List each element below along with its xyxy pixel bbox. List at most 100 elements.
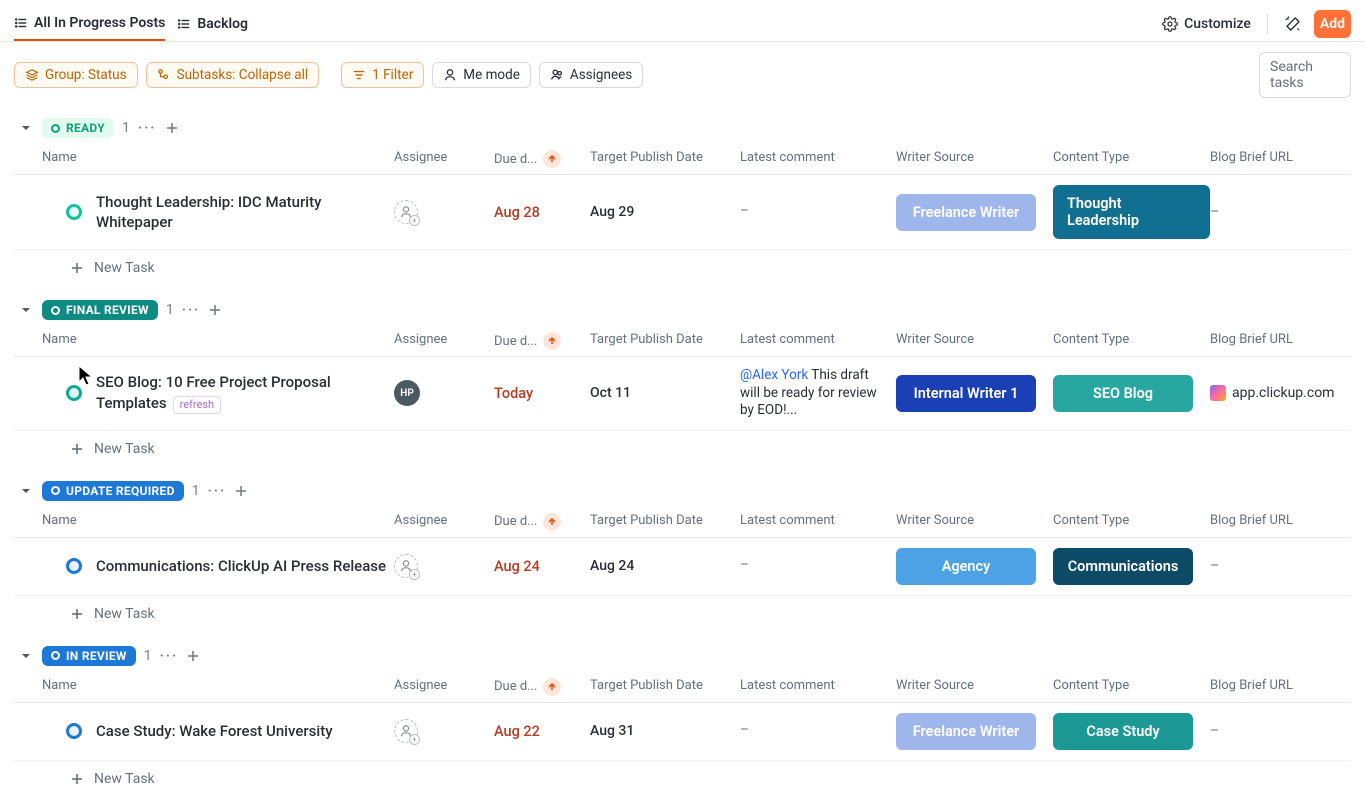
col-header-writer-source[interactable]: Writer Source [896,150,1053,168]
col-header-url[interactable]: Blog Brief URL [1210,678,1351,696]
latest-comment[interactable]: – [740,722,896,740]
task-status-circle[interactable] [66,204,82,220]
col-header-url[interactable]: Blog Brief URL [1210,332,1351,350]
col-header-target[interactable]: Target Publish Date [590,678,740,696]
col-header-due[interactable]: Due d... [494,513,590,531]
content-type-label[interactable]: Thought Leadership [1053,185,1210,239]
target-date[interactable]: Aug 29 [590,204,740,220]
target-date[interactable]: Aug 24 [590,558,740,574]
due-date[interactable]: Aug 24 [494,558,590,575]
sort-asc-icon[interactable] [543,150,561,168]
col-header-target[interactable]: Target Publish Date [590,150,740,168]
col-header-name[interactable]: Name [14,332,394,350]
new-task-button[interactable]: New Task [14,431,1351,459]
col-header-comment[interactable]: Latest comment [740,678,896,696]
new-task-button[interactable]: New Task [14,761,1351,789]
writer-source-label[interactable]: Agency [896,548,1036,585]
col-header-due[interactable]: Due d... [494,678,590,696]
avatar[interactable]: HP [394,380,420,406]
col-header-due[interactable]: Due d... [494,150,590,168]
col-header-due[interactable]: Due d... [494,332,590,350]
subtasks-chip[interactable]: Subtasks: Collapse all [146,62,320,88]
writer-source-label[interactable]: Internal Writer 1 [896,375,1036,412]
assign-button[interactable]: + [394,719,418,743]
group-add-button[interactable] [208,303,222,317]
col-header-assignee[interactable]: Assignee [394,513,494,531]
task-row[interactable]: Case Study: Wake Forest University + Aug… [14,703,1351,761]
new-task-button[interactable]: New Task [14,596,1351,624]
col-header-writer-source[interactable]: Writer Source [896,513,1053,531]
col-header-content-type[interactable]: Content Type [1053,513,1210,531]
writer-source-label[interactable]: Freelance Writer [896,194,1036,231]
col-header-content-type[interactable]: Content Type [1053,332,1210,350]
content-type-label[interactable]: SEO Blog [1053,375,1193,412]
collapse-icon[interactable] [18,302,34,318]
task-name[interactable]: Communications: ClickUp AI Press Release [96,556,394,576]
col-header-writer-source[interactable]: Writer Source [896,332,1053,350]
me-mode-chip[interactable]: Me mode [432,62,531,88]
group-add-button[interactable] [186,649,200,663]
col-header-content-type[interactable]: Content Type [1053,150,1210,168]
group-more-button[interactable]: ··· [160,648,179,664]
col-header-name[interactable]: Name [14,513,394,531]
group-more-button[interactable]: ··· [208,483,227,499]
due-date[interactable]: Today [494,385,590,402]
col-header-assignee[interactable]: Assignee [394,678,494,696]
col-header-content-type[interactable]: Content Type [1053,678,1210,696]
collapse-icon[interactable] [18,648,34,664]
latest-comment[interactable]: – [740,557,896,575]
col-header-url[interactable]: Blog Brief URL [1210,513,1351,531]
tab-backlog[interactable]: Backlog [177,8,248,40]
group-chip[interactable]: Group: Status [14,62,138,88]
due-date[interactable]: Aug 28 [494,204,590,221]
task-status-circle[interactable] [66,558,82,574]
target-date[interactable]: Aug 31 [590,723,740,739]
latest-comment[interactable]: @Alex York This draft will be ready for … [740,367,896,420]
assign-button[interactable]: + [394,200,418,224]
col-header-target[interactable]: Target Publish Date [590,332,740,350]
task-status-circle[interactable] [66,723,82,739]
group-add-button[interactable] [234,484,248,498]
col-header-assignee[interactable]: Assignee [394,150,494,168]
task-name[interactable]: SEO Blog: 10 Free Project Proposal Templ… [96,372,394,414]
group-more-button[interactable]: ··· [182,302,201,318]
sort-asc-icon[interactable] [543,513,561,531]
add-button[interactable]: Add [1314,10,1351,38]
col-header-comment[interactable]: Latest comment [740,150,896,168]
writer-source-label[interactable]: Freelance Writer [896,713,1036,750]
status-pill-ready[interactable]: READY [42,118,114,138]
col-header-writer-source[interactable]: Writer Source [896,678,1053,696]
assign-button[interactable]: + [394,554,418,578]
filter-chip[interactable]: 1 Filter [341,62,424,88]
task-name[interactable]: Thought Leadership: IDC Maturity Whitepa… [96,192,394,233]
col-header-comment[interactable]: Latest comment [740,513,896,531]
customize-button[interactable]: Customize [1162,16,1251,32]
task-name[interactable]: Case Study: Wake Forest University [96,721,394,741]
task-status-circle[interactable] [66,385,82,401]
col-header-comment[interactable]: Latest comment [740,332,896,350]
task-row[interactable]: Thought Leadership: IDC Maturity Whitepa… [14,175,1351,250]
new-task-button[interactable]: New Task [14,250,1351,278]
mention[interactable]: @Alex York [740,367,808,383]
group-add-button[interactable] [165,121,179,135]
sort-asc-icon[interactable] [543,678,561,696]
tab-all-in-progress[interactable]: All In Progress Posts [14,7,165,41]
col-header-url[interactable]: Blog Brief URL [1210,150,1351,168]
group-more-button[interactable]: ··· [138,120,157,136]
sort-asc-icon[interactable] [543,332,561,350]
status-pill-final_review[interactable]: FINAL REVIEW [42,300,158,320]
task-row[interactable]: Communications: ClickUp AI Press Release… [14,538,1351,596]
task-row[interactable]: SEO Blog: 10 Free Project Proposal Templ… [14,357,1351,431]
col-header-target[interactable]: Target Publish Date [590,513,740,531]
status-pill-update_required[interactable]: UPDATE REQUIRED [42,481,184,501]
due-date[interactable]: Aug 22 [494,723,590,740]
url-link[interactable]: app.clickup.com [1232,385,1334,401]
status-pill-in_review[interactable]: IN REVIEW [42,646,136,666]
collapse-icon[interactable] [18,120,34,136]
latest-comment[interactable]: – [740,203,896,221]
task-tag[interactable]: refresh [173,396,221,415]
col-header-assignee[interactable]: Assignee [394,332,494,350]
assignees-chip[interactable]: Assignees [539,62,643,88]
content-type-label[interactable]: Communications [1053,548,1193,585]
search-input[interactable]: Search tasks [1259,52,1351,98]
